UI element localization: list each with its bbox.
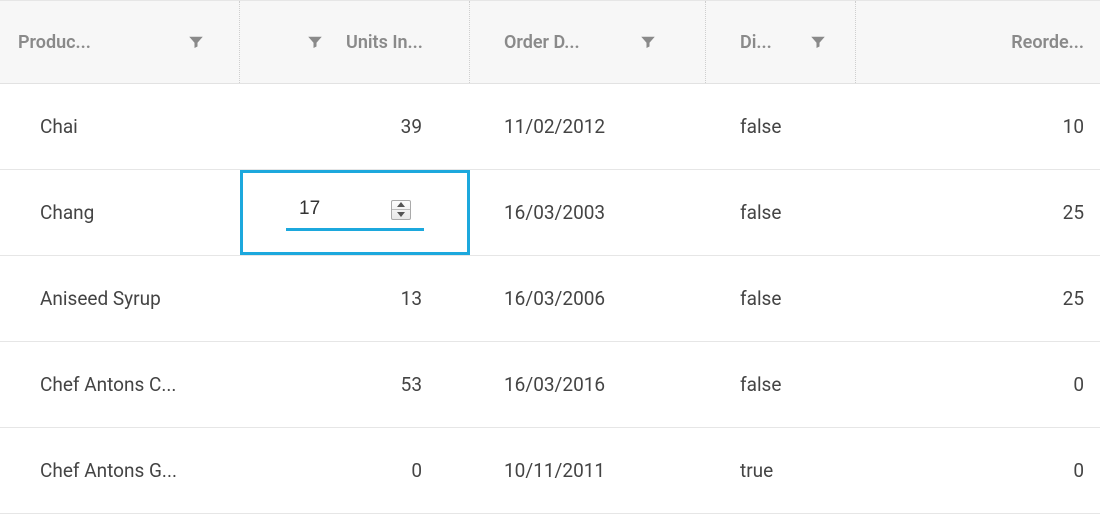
cell-units[interactable]: 0 [240, 428, 470, 513]
cell-order[interactable]: 11/02/2012 [470, 84, 706, 169]
spinner-up-button[interactable] [392, 201, 410, 211]
filter-icon[interactable] [187, 33, 205, 51]
table-row[interactable]: Chef Antons G... 0 10/11/2011 true 0 [0, 428, 1100, 514]
cell-product[interactable]: Chef Antons G... [0, 428, 240, 513]
cell-product[interactable]: Aniseed Syrup [0, 256, 240, 341]
column-header-reorder[interactable]: Reorde... [856, 1, 1100, 83]
cell-disc[interactable]: false [706, 256, 856, 341]
grid-header: Produc... Units In... Order D... Di... R… [0, 1, 1100, 84]
cell-order[interactable]: 16/03/2003 [470, 170, 706, 255]
table-row[interactable]: Chai 39 11/02/2012 false 10 [0, 84, 1100, 170]
cell-disc[interactable]: false [706, 170, 856, 255]
cell-product[interactable]: Chef Antons C... [0, 342, 240, 427]
cell-reorder[interactable]: 25 [856, 170, 1100, 255]
column-header-discontinued[interactable]: Di... [706, 1, 856, 83]
data-grid: Produc... Units In... Order D... Di... R… [0, 0, 1100, 514]
cell-product[interactable]: Chai [0, 84, 240, 169]
column-label: Order D... [504, 32, 580, 53]
table-row[interactable]: Aniseed Syrup 13 16/03/2006 false 25 [0, 256, 1100, 342]
filter-icon[interactable] [306, 33, 324, 51]
cell-units[interactable]: 13 [240, 256, 470, 341]
column-header-units[interactable]: Units In... [240, 1, 470, 83]
cell-disc[interactable]: false [706, 84, 856, 169]
column-header-order-date[interactable]: Order D... [470, 1, 706, 83]
cell-units-editing[interactable] [240, 170, 470, 255]
editor-underline [286, 228, 424, 231]
numeric-editor[interactable] [293, 192, 417, 228]
column-header-product[interactable]: Produc... [0, 1, 240, 83]
table-row[interactable]: Chang 16/03/2003 false 25 [0, 170, 1100, 256]
number-spinner[interactable] [391, 200, 411, 220]
cell-units[interactable]: 53 [240, 342, 470, 427]
cell-reorder[interactable]: 0 [856, 428, 1100, 513]
cell-order[interactable]: 10/11/2011 [470, 428, 706, 513]
spinner-down-button[interactable] [392, 210, 410, 219]
cell-reorder[interactable]: 10 [856, 84, 1100, 169]
cell-units[interactable]: 39 [240, 84, 470, 169]
column-label: Units In... [346, 32, 423, 53]
filter-icon[interactable] [639, 33, 657, 51]
cell-disc[interactable]: true [706, 428, 856, 513]
table-row[interactable]: Chef Antons C... 53 16/03/2016 false 0 [0, 342, 1100, 428]
column-label: Di... [740, 32, 772, 53]
cell-disc[interactable]: false [706, 342, 856, 427]
filter-icon[interactable] [809, 33, 827, 51]
cell-reorder[interactable]: 0 [856, 342, 1100, 427]
units-input[interactable] [299, 192, 363, 228]
cell-order[interactable]: 16/03/2006 [470, 256, 706, 341]
cell-reorder[interactable]: 25 [856, 256, 1100, 341]
column-label: Produc... [18, 32, 91, 53]
cell-product[interactable]: Chang [0, 170, 240, 255]
column-label: Reorde... [1011, 32, 1084, 53]
cell-order[interactable]: 16/03/2016 [470, 342, 706, 427]
